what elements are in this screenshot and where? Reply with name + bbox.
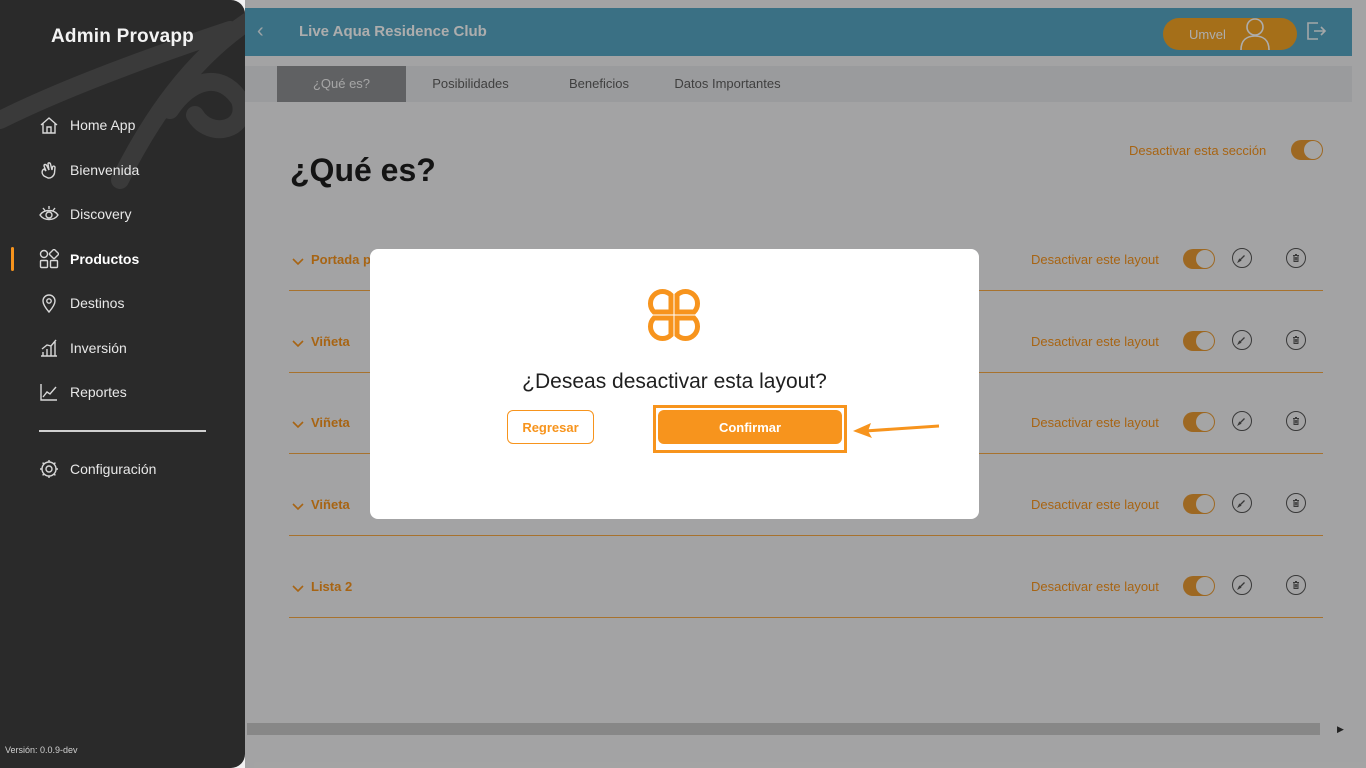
confirm-dialog: ¿Deseas desactivar esta layout? Regresar… bbox=[370, 249, 979, 519]
confirm-button[interactable]: Confirmar bbox=[658, 410, 842, 444]
waving-hand-icon bbox=[38, 159, 60, 181]
bar-growth-icon bbox=[38, 337, 60, 359]
pointer-arrow-icon bbox=[853, 423, 940, 438]
eye-icon bbox=[38, 203, 60, 225]
sidebar-item-label: Configuración bbox=[70, 461, 157, 477]
sidebar-item-discovery[interactable]: Discovery bbox=[0, 197, 245, 231]
grid-shapes-icon bbox=[38, 248, 60, 270]
sidebar-item-reportes[interactable]: Reportes bbox=[0, 375, 245, 409]
sidebar-item-home-app[interactable]: Home App bbox=[0, 108, 245, 142]
line-chart-icon bbox=[38, 381, 60, 403]
back-button[interactable]: Regresar bbox=[507, 410, 594, 444]
sidebar-item-label: Bienvenida bbox=[70, 162, 140, 178]
sidebar-item-label: Destinos bbox=[70, 295, 125, 311]
clover-logo-icon bbox=[648, 289, 700, 341]
sidebar-item-destinos[interactable]: Destinos bbox=[0, 286, 245, 320]
sidebar-item-label: Inversión bbox=[70, 340, 127, 356]
sidebar-item-label: Productos bbox=[70, 251, 140, 267]
sidebar-divider bbox=[39, 430, 206, 432]
sidebar: Admin Provapp Home App Bienvenida Discov… bbox=[0, 0, 245, 768]
sidebar-item-inversion[interactable]: Inversión bbox=[0, 331, 245, 365]
home-icon bbox=[38, 114, 60, 136]
sidebar-item-label: Discovery bbox=[70, 206, 132, 222]
sidebar-item-label: Home App bbox=[70, 117, 136, 133]
sidebar-item-productos[interactable]: Productos bbox=[0, 242, 245, 276]
brand-title: Admin Provapp bbox=[50, 26, 194, 47]
dialog-question: ¿Deseas desactivar esta layout? bbox=[522, 370, 827, 393]
sidebar-item-configuracion[interactable]: Configuración bbox=[0, 452, 245, 486]
gear-icon bbox=[38, 458, 60, 480]
map-pin-icon bbox=[38, 292, 60, 314]
sidebar-item-bienvenida[interactable]: Bienvenida bbox=[0, 153, 245, 187]
sidebar-item-label: Reportes bbox=[70, 384, 127, 400]
version-label: Versión: 0.0.9-dev bbox=[5, 745, 78, 755]
